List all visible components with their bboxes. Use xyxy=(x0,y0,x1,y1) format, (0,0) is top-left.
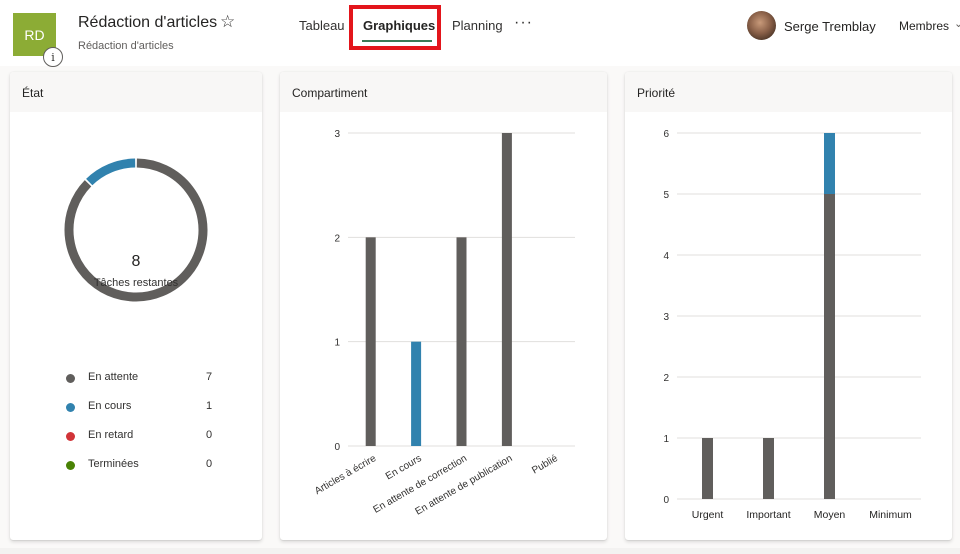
priority-bar-chart: 0 1 2 3 4 5 6 Urgent Important Moyen Minimum xyxy=(663,129,921,521)
bar-moyen-en-attente[interactable] xyxy=(824,194,835,499)
x-tick-label: Minimum xyxy=(869,509,912,521)
x-tick-label: Important xyxy=(746,509,790,521)
user-avatar[interactable] xyxy=(747,11,776,40)
y-tick-label: 3 xyxy=(663,312,669,323)
y-tick-label: 1 xyxy=(334,338,340,349)
state-card-title: État xyxy=(10,72,262,112)
bar-important-en-attente[interactable] xyxy=(763,438,774,499)
tab-planning[interactable]: Planning xyxy=(452,18,503,33)
bar-moyen-en-cours[interactable] xyxy=(824,133,835,194)
y-tick-label: 3 xyxy=(334,129,340,140)
bar-urgent-en-attente[interactable] xyxy=(702,438,713,499)
state-donut-chart: 8 Tâches restantes xyxy=(64,158,208,302)
legend-label: En retard xyxy=(88,429,134,441)
bar-en-attente-de-publication-en-attente[interactable] xyxy=(501,133,512,446)
x-tick-label: En cours xyxy=(384,453,424,482)
x-tick-label: Moyen xyxy=(814,509,846,521)
y-tick-label: 5 xyxy=(663,190,669,201)
more-options-icon[interactable]: ··· xyxy=(514,14,533,32)
plan-subtitle[interactable]: Rédaction d'articles xyxy=(78,40,174,52)
donut-center-value: 8 xyxy=(132,253,141,270)
user-name[interactable]: Serge Tremblay xyxy=(784,19,876,34)
legend-value: 0 xyxy=(206,458,213,470)
legend-dot xyxy=(66,374,75,383)
donut-segment-en-cours[interactable] xyxy=(86,158,136,186)
info-icon[interactable]: i xyxy=(43,47,63,67)
legend-value: 0 xyxy=(206,429,213,441)
bar-articles-a-ecrire-en-attente[interactable] xyxy=(365,237,376,446)
legend-label: Terminées xyxy=(88,458,139,470)
y-tick-label: 1 xyxy=(663,434,669,445)
legend-dot xyxy=(66,461,75,470)
priority-card: Priorité 0 1 2 3 4 5 6 Urgent Important Moyen Mini… xyxy=(625,72,952,540)
y-tick-label: 6 xyxy=(663,129,669,140)
x-tick-label: Urgent xyxy=(692,509,724,521)
y-tick-label: 0 xyxy=(334,442,340,453)
top-bar: RD i Rédaction d'articles ☆ Rédaction d'… xyxy=(0,0,960,67)
legend-dot xyxy=(66,432,75,441)
chevron-down-icon[interactable]: ⌄ xyxy=(954,17,960,30)
legend-item-en-attente: En attente 7 xyxy=(66,371,226,387)
legend-value: 1 xyxy=(206,400,213,412)
bucket-card-title: Compartiment xyxy=(280,72,607,112)
legend-item-terminees: Terminées 0 xyxy=(66,458,226,474)
highlight-annotation-box xyxy=(349,5,441,50)
bucket-bar-chart: 0123Articles à écrire En coursEn attente … xyxy=(313,129,575,518)
y-tick-label: 2 xyxy=(663,373,669,384)
legend-dot xyxy=(66,403,75,412)
legend-label: En cours xyxy=(88,400,132,412)
state-card: État 8 Tâches restantes En attente 7 En … xyxy=(10,72,262,540)
bar-en-cours-en-cours[interactable] xyxy=(411,341,422,446)
legend-label: En attente xyxy=(88,371,139,383)
donut-center-label: Tâches restantes xyxy=(94,277,179,289)
bucket-card: Compartiment 0 1 2 3 Articles à écrire En cou… xyxy=(280,72,607,540)
x-tick-label: Articles à écrire xyxy=(313,453,379,497)
legend-item-en-retard: En retard 0 xyxy=(66,429,226,445)
x-tick-label: Publié xyxy=(530,453,560,477)
bar-en-attente-de-correction-en-attente[interactable] xyxy=(456,237,467,446)
star-icon[interactable]: ☆ xyxy=(220,12,235,32)
y-tick-label: 2 xyxy=(334,233,340,244)
footer-strip xyxy=(0,548,960,554)
y-tick-label: 4 xyxy=(663,251,669,262)
tab-tableau[interactable]: Tableau xyxy=(299,18,345,33)
plan-initials: RD xyxy=(24,26,45,43)
priority-card-title: Priorité xyxy=(625,72,952,112)
members-button[interactable]: Membres xyxy=(899,19,949,33)
legend-value: 7 xyxy=(206,371,213,383)
legend-item-en-cours: En cours 1 xyxy=(66,400,226,416)
y-tick-label: 0 xyxy=(663,495,669,506)
plan-title: Rédaction d'articles xyxy=(78,14,218,31)
